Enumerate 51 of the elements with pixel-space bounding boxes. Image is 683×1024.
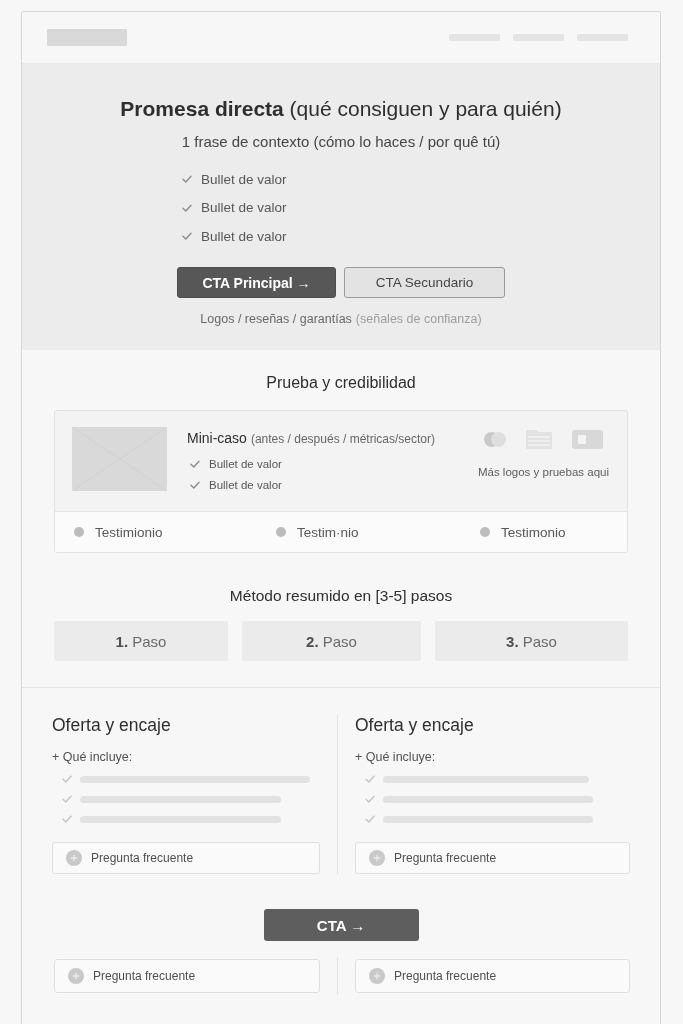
dot-icon bbox=[480, 527, 490, 537]
bullet-text: Bullet de valor bbox=[201, 200, 287, 215]
dot-icon bbox=[276, 527, 286, 537]
card-icon bbox=[571, 429, 603, 449]
cta-button[interactable]: CTA → bbox=[263, 909, 419, 941]
check-icon bbox=[62, 775, 72, 783]
check-icon bbox=[365, 815, 375, 823]
check-icon bbox=[62, 815, 72, 823]
bullet-text: Bullet de valor bbox=[201, 228, 287, 244]
section-title: Método resumido en [3-5] pasos bbox=[228, 586, 454, 606]
offer-title: Oferta y encaje bbox=[355, 714, 475, 736]
includes-label: + Qué incluye: bbox=[52, 749, 134, 765]
hero-title: Promesa directa (qué consiguen y para quién) bbox=[120, 96, 562, 122]
bullet-text: Bullet de valor bbox=[201, 171, 287, 187]
faq-item[interactable]: Pregunta frecuente bbox=[355, 842, 630, 874]
offer-title: Oferta y encaje bbox=[52, 714, 172, 736]
trust-note: (señales de confianza) bbox=[355, 311, 482, 327]
plus-circle-icon bbox=[66, 850, 82, 866]
testimonial-text: Testimionio bbox=[95, 524, 163, 540]
check-icon bbox=[190, 481, 200, 489]
faq-item[interactable]: Pregunta frecuente bbox=[355, 959, 630, 993]
step-box: 1. Paso bbox=[54, 621, 228, 661]
bullet-text: Bullet de valor bbox=[209, 479, 282, 491]
dot-icon bbox=[74, 527, 84, 537]
check-icon bbox=[182, 175, 192, 183]
faq-item[interactable]: Pregunta frecuente bbox=[54, 959, 320, 993]
check-icon bbox=[190, 460, 200, 468]
circles-icon bbox=[483, 431, 506, 447]
hero-subtitle: 1 frase de contexto (cómo lo haces / por quê tú) bbox=[181, 132, 501, 152]
testimonial-text: Testimonio bbox=[501, 524, 566, 540]
logos-caption: Más logos y pruebas aqui bbox=[477, 465, 609, 479]
bullet-text: Bullet de valor bbox=[209, 458, 282, 470]
check-icon bbox=[62, 795, 72, 803]
case-note: (antes / después / métricas/sector) bbox=[250, 432, 435, 446]
includes-label: + Qué incluye: bbox=[355, 749, 437, 765]
plus-circle-icon bbox=[68, 968, 84, 984]
section-title: Prueba y credibilidad bbox=[265, 373, 417, 393]
plus-circle-icon bbox=[369, 968, 385, 984]
faq-item[interactable]: Pregunta frecuente bbox=[52, 842, 320, 874]
trust-text: Logos / reseñas / garantías bbox=[200, 311, 352, 327]
case-title: Mini-caso bbox=[187, 430, 247, 446]
check-icon bbox=[365, 775, 375, 783]
primary-cta-button[interactable]: CTA Principal → bbox=[177, 267, 336, 298]
plus-circle-icon bbox=[369, 850, 385, 866]
secondary-cta-button[interactable]: CTA Secundario bbox=[344, 267, 505, 298]
check-icon bbox=[182, 232, 192, 240]
step-box: 3. Paso bbox=[435, 621, 628, 661]
check-icon bbox=[365, 795, 375, 803]
step-box: 2. Paso bbox=[242, 621, 421, 661]
check-icon bbox=[182, 203, 192, 212]
testimonial-text: Testim·nio bbox=[297, 524, 359, 540]
